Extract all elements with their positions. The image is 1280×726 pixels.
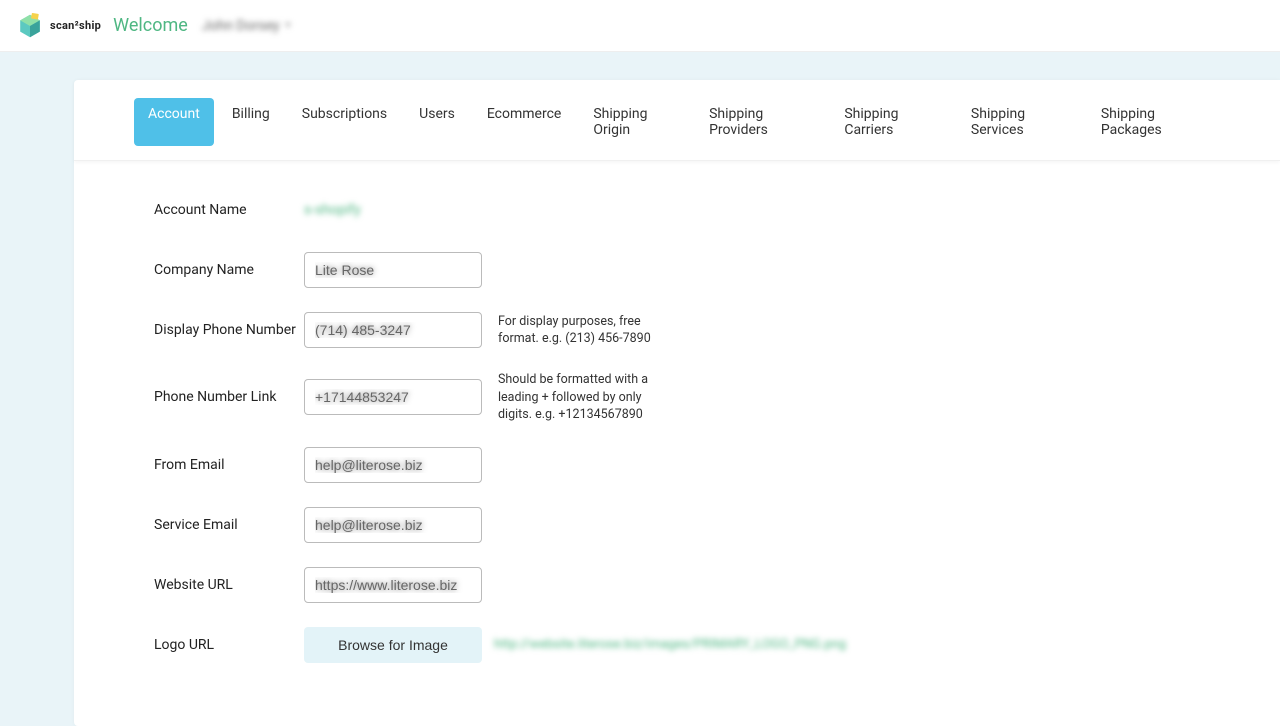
user-dropdown[interactable]: John Dorsey ▾ bbox=[202, 18, 291, 34]
tab-account[interactable]: Account bbox=[134, 98, 214, 146]
label-display-phone: Display Phone Number bbox=[154, 322, 304, 338]
row-account-name: Account Name s-shopify bbox=[154, 191, 1220, 229]
user-name: John Dorsey bbox=[202, 18, 280, 34]
tab-shipping-carriers[interactable]: Shipping Carriers bbox=[830, 98, 953, 146]
row-logo-url: Logo URL Browse for Image http://website… bbox=[154, 626, 1220, 664]
tab-subscriptions[interactable]: Subscriptions bbox=[288, 98, 401, 146]
settings-tabs: Account Billing Subscriptions Users Ecom… bbox=[74, 80, 1280, 161]
chevron-down-icon: ▾ bbox=[286, 20, 291, 31]
page-background: Account Billing Subscriptions Users Ecom… bbox=[0, 52, 1280, 726]
tab-ecommerce[interactable]: Ecommerce bbox=[473, 98, 575, 146]
logo-url-link[interactable]: http://website.literose.biz/images/PRIMA… bbox=[494, 637, 846, 652]
account-form: Account Name s-shopify Company Name Disp… bbox=[74, 161, 1280, 726]
row-display-phone: Display Phone Number For display purpose… bbox=[154, 311, 1220, 349]
input-company-name[interactable] bbox=[304, 252, 482, 288]
cube-logo-icon bbox=[16, 12, 44, 40]
tab-shipping-providers[interactable]: Shipping Providers bbox=[695, 98, 826, 146]
input-website-url[interactable] bbox=[304, 567, 482, 603]
tab-shipping-packages[interactable]: Shipping Packages bbox=[1087, 98, 1220, 146]
row-phone-link: Phone Number Link Should be formatted wi… bbox=[154, 371, 1220, 424]
row-website-url: Website URL bbox=[154, 566, 1220, 604]
browse-image-button[interactable]: Browse for Image bbox=[304, 627, 482, 663]
value-account-name: s-shopify bbox=[304, 202, 361, 218]
settings-panel: Account Billing Subscriptions Users Ecom… bbox=[74, 80, 1280, 726]
helper-phone-link: Should be formatted with a leading + fol… bbox=[498, 371, 658, 424]
tab-billing[interactable]: Billing bbox=[218, 98, 284, 146]
input-from-email[interactable] bbox=[304, 447, 482, 483]
label-service-email: Service Email bbox=[154, 517, 304, 533]
brand-logo: scan²ship bbox=[16, 12, 101, 40]
input-phone-link[interactable] bbox=[304, 379, 482, 415]
brand-text: scan²ship bbox=[50, 19, 101, 32]
input-display-phone[interactable] bbox=[304, 312, 482, 348]
input-service-email[interactable] bbox=[304, 507, 482, 543]
helper-display-phone: For display purposes, free format. e.g. … bbox=[498, 313, 658, 348]
tab-users[interactable]: Users bbox=[405, 98, 469, 146]
label-from-email: From Email bbox=[154, 457, 304, 473]
tab-shipping-origin[interactable]: Shipping Origin bbox=[579, 98, 691, 146]
label-logo-url: Logo URL bbox=[154, 637, 304, 653]
row-service-email: Service Email bbox=[154, 506, 1220, 544]
row-from-email: From Email bbox=[154, 446, 1220, 484]
label-company-name: Company Name bbox=[154, 262, 304, 278]
row-company-name: Company Name bbox=[154, 251, 1220, 289]
label-website-url: Website URL bbox=[154, 577, 304, 593]
label-account-name: Account Name bbox=[154, 202, 304, 218]
app-header: scan²ship Welcome John Dorsey ▾ bbox=[0, 0, 1280, 52]
tab-shipping-services[interactable]: Shipping Services bbox=[957, 98, 1083, 146]
welcome-text: Welcome bbox=[113, 15, 188, 36]
label-phone-link: Phone Number Link bbox=[154, 389, 304, 405]
